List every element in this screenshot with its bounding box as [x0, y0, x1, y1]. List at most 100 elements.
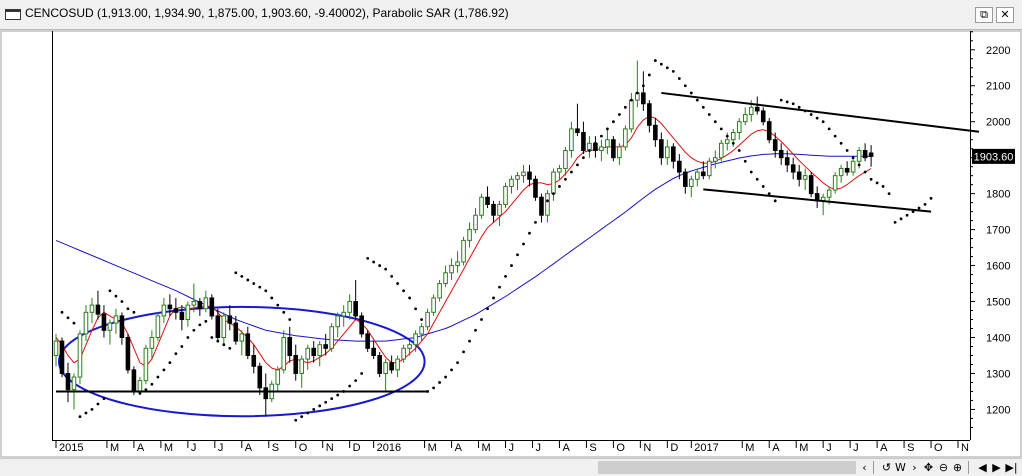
sar-dot: [695, 98, 699, 102]
time-tick-label: O: [299, 442, 308, 454]
candle-up: [724, 139, 730, 144]
candle-down: [683, 171, 688, 187]
time-tick-label: O: [616, 442, 625, 454]
price-chart[interactable]: 2200210020001900180017001600150014001300…: [0, 30, 1022, 458]
time-tick-label: M: [428, 442, 437, 454]
sar-dot: [653, 59, 657, 62]
sar-dot: [647, 73, 651, 77]
zoom-out-icon[interactable]: ⊖: [937, 460, 950, 475]
sar-dot: [558, 185, 561, 188]
candle-down: [293, 354, 299, 374]
sar-dot: [528, 231, 531, 235]
sar-dot: [899, 217, 903, 221]
sar-dot: [192, 328, 196, 332]
sar-dot: [617, 113, 621, 116]
sar-dot: [791, 102, 795, 106]
scroll-last-icon[interactable]: ▶: [990, 460, 1003, 475]
candle-down: [371, 347, 376, 356]
sar-dot: [893, 221, 897, 224]
candle-down: [215, 315, 221, 338]
candle-up: [317, 344, 323, 356]
candle-up: [706, 160, 712, 177]
candle-down: [125, 337, 131, 371]
candle-down: [581, 132, 586, 151]
candle-down: [671, 146, 676, 162]
candle-down: [796, 171, 802, 180]
sar-dot: [689, 91, 693, 95]
sar-dot: [755, 177, 759, 181]
sar-dot: [659, 62, 663, 66]
candle-up: [155, 315, 161, 338]
zoom-in-icon[interactable]: ⊕: [951, 460, 964, 475]
sar-dot: [270, 296, 274, 300]
price-tick-label: 2200: [986, 45, 1010, 57]
sar-dot: [108, 289, 112, 293]
candle-up: [497, 203, 502, 216]
sar-dot: [444, 375, 447, 379]
sar-dot: [276, 303, 280, 307]
candle-up: [149, 337, 155, 349]
candle-up: [395, 358, 400, 371]
sar-dot: [510, 264, 513, 267]
sar-dot: [881, 185, 885, 188]
sar-dot: [737, 149, 741, 152]
sar-dot: [246, 278, 250, 282]
candle-up: [712, 157, 718, 162]
sar-dot: [336, 393, 340, 397]
restore-window-button[interactable]: ⧉: [975, 7, 993, 23]
sar-dot: [396, 282, 400, 285]
price-tick-label: 1300: [986, 368, 1010, 380]
candle-up: [665, 146, 670, 159]
candle-up: [599, 146, 604, 151]
scroll-step-left-icon[interactable]: ‹: [858, 460, 871, 475]
chart-frame: [0, 30, 1022, 458]
candle-down: [533, 178, 538, 198]
time-tick-label: S: [272, 442, 279, 454]
sar-dot: [851, 156, 855, 160]
candle-up: [557, 167, 562, 173]
sar-dot: [683, 84, 687, 88]
timeframe-cycle-icon[interactable]: ↺: [880, 460, 893, 475]
candle-down: [323, 344, 329, 349]
sar-dot: [264, 289, 268, 293]
candle-up: [341, 311, 346, 317]
scroll-to-end-icon[interactable]: ▶|: [1005, 460, 1018, 475]
sar-dot: [665, 66, 669, 70]
sar-dot: [378, 264, 382, 267]
candle-down: [659, 139, 664, 159]
candle-down: [251, 354, 257, 367]
scrollbar-thumb[interactable]: [598, 461, 856, 474]
sar-dot: [366, 256, 370, 260]
candle-up: [191, 301, 197, 306]
sar-dot: [677, 77, 681, 80]
time-tick-label: J: [853, 442, 859, 454]
candle-up: [850, 160, 856, 173]
sar-dot: [582, 156, 585, 160]
candle-up: [161, 304, 167, 317]
sar-dot: [240, 274, 244, 278]
sar-dot: [767, 192, 771, 196]
weekly-timeframe-icon[interactable]: W: [894, 460, 907, 475]
close-window-button[interactable]: ✕: [996, 7, 1014, 23]
scroll-right-icon[interactable]: ›: [908, 460, 921, 475]
candle-down: [179, 311, 185, 321]
candle-down: [359, 315, 364, 335]
sar-dot: [887, 192, 891, 196]
time-tick-label: J: [191, 442, 197, 454]
time-tick-label: J: [509, 442, 515, 454]
pan-move-icon[interactable]: ✥: [922, 460, 935, 475]
sar-dot: [534, 221, 537, 224]
chart-scrollbar[interactable]: ‹ ↺ W › ✥ ⊖ ⊕ ◀ ▶ ▶|: [0, 458, 1022, 476]
time-tick-label: A: [137, 442, 145, 454]
candle-up: [551, 171, 556, 195]
sar-dot: [815, 116, 819, 120]
candle-up: [605, 139, 610, 148]
candle-up: [113, 315, 119, 324]
sar-dot: [126, 307, 130, 311]
candle-down: [575, 128, 580, 134]
sar-dot: [540, 210, 543, 214]
price-tick-label: 1200: [986, 404, 1010, 416]
sar-dot: [204, 319, 208, 323]
sar-dot: [576, 163, 579, 167]
scroll-first-icon[interactable]: ◀: [976, 460, 989, 475]
